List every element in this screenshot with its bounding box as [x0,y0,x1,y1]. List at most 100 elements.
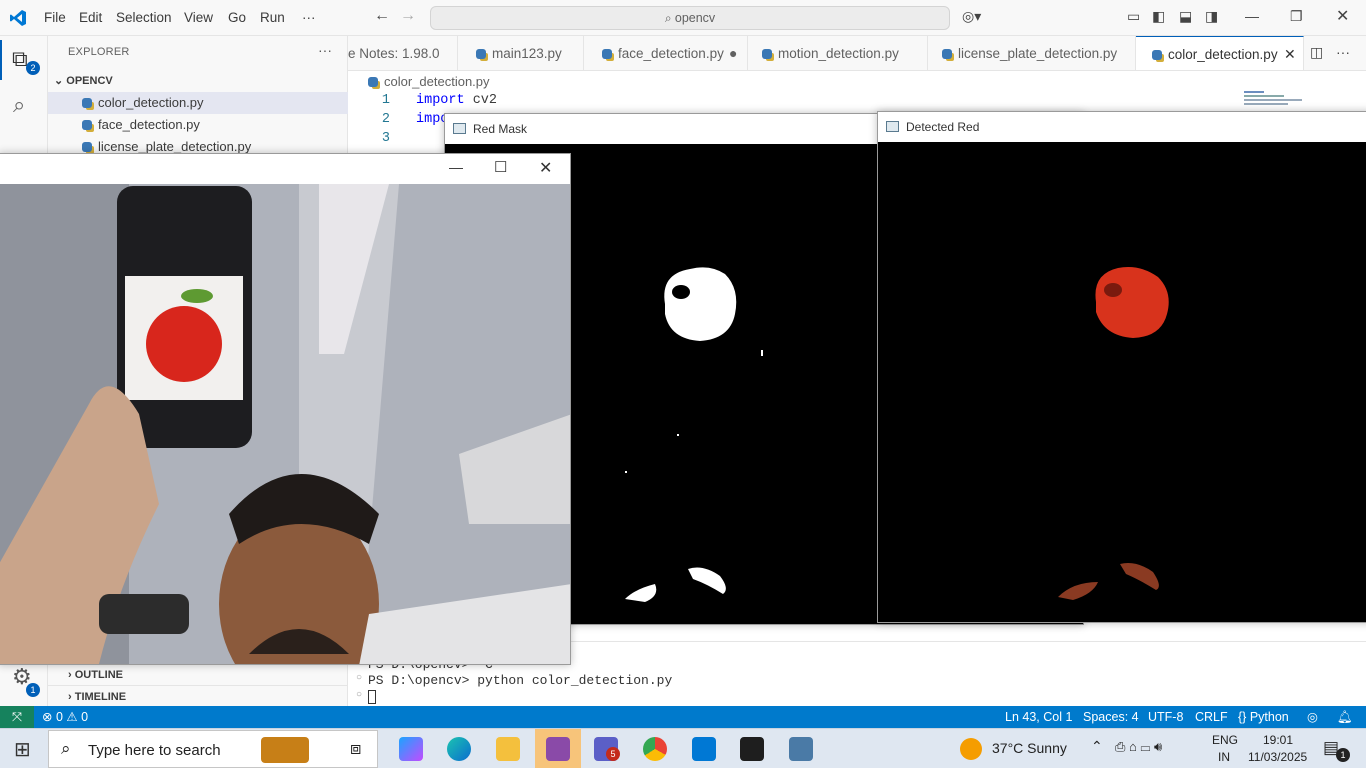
line-number: 3 [381,131,390,146]
remote-indicator-icon[interactable]: ⤧ [0,706,34,728]
copilot-icon[interactable]: ◎▾ [962,8,981,25]
close-icon[interactable]: ✕ [539,158,552,178]
camera-window[interactable]: — ☐ ✕ [0,153,571,665]
problems-indicator[interactable]: ⊗ 0 ⚠ 0 [42,706,88,728]
search-icon: ⌕ [61,739,71,758]
minimize-icon[interactable]: — [449,159,463,175]
start-windows-icon[interactable]: ⊞ [14,737,31,762]
toggle-panel-icon[interactable]: ⬓ [1179,8,1192,25]
command-center-search[interactable]: ⌕ opencv [430,6,950,30]
python-file-icon [476,49,486,59]
search-icon[interactable]: ⌕ [13,92,25,118]
minimap[interactable] [1244,91,1304,111]
window-icon [886,121,899,132]
clock-date[interactable]: 11/03/2025 [1248,750,1307,764]
terminal-line: PS D:\opencv> python color_detection.py [368,673,673,688]
restore-icon[interactable]: ❐ [1290,8,1303,25]
detected-red-canvas [878,142,1366,622]
language-mode[interactable]: {} Python [1238,706,1289,728]
explorer-badge: 2 [26,61,40,75]
encoding[interactable]: UTF-8 [1148,706,1183,728]
copilot-app-icon[interactable] [399,737,423,761]
task-view-icon[interactable]: ⧈ [350,738,361,759]
cursor-position[interactable]: Ln 43, Col 1 [1005,706,1072,728]
python-file-icon [942,49,952,59]
clock-time[interactable]: 19:01 [1263,733,1293,747]
close-icon[interactable]: ✕ [1336,6,1349,26]
explorer-title: EXPLORER [68,46,130,58]
error-icon: ⊗ [42,710,56,724]
timeline-section[interactable]: › TIMELINE [48,685,348,707]
file-explorer-icon[interactable] [496,737,520,761]
python-file-icon [1152,50,1162,60]
store-app-icon[interactable] [546,737,570,761]
editor-tab-bar: e Notes: 1.98.0 main123.py face_detectio… [348,36,1366,71]
maximize-icon[interactable]: ☐ [494,158,507,176]
code-line-1[interactable]: import cv2 [416,93,497,108]
python-file-icon [82,142,92,152]
more-actions-icon[interactable]: ··· [1336,44,1350,60]
back-arrow-icon[interactable]: ← [374,7,390,25]
status-bar: ⤧ ⊗ 0 ⚠ 0 Ln 43, Col 1 Spaces: 4 UTF-8 C… [0,706,1366,728]
vscode-taskbar-icon[interactable] [692,737,716,761]
forward-arrow-icon[interactable]: → [400,7,416,25]
detected-red-window[interactable]: Detected Red [877,111,1366,623]
circle-icon: ○ [356,673,363,684]
line-number: 1 [381,93,390,108]
tray-icons[interactable]: ⎙ ⌂ ▭ 🔊︎ [1115,739,1162,755]
close-tab-icon[interactable]: ✕ [1284,37,1296,70]
tab-face-detection[interactable]: face_detection.py ● [584,36,748,70]
menu-selection[interactable]: Selection [116,10,172,25]
python-app-icon[interactable] [789,737,813,761]
terminal-icon[interactable] [740,737,764,761]
edge-browser-icon[interactable] [447,737,471,761]
line-number: 2 [381,112,390,127]
chevron-right-icon: › [68,691,75,703]
language-top[interactable]: ENG [1212,733,1238,747]
tab-main123[interactable]: main123.py [458,36,584,70]
python-file-icon [82,120,92,130]
python-file-icon [602,49,612,59]
split-editor-icon[interactable]: ◫ [1310,44,1323,61]
layout-customize-icon[interactable]: ▭ [1127,8,1140,25]
camera-canvas [0,184,570,664]
detected-red-titlebar[interactable]: Detected Red [878,112,1366,142]
minimize-icon[interactable]: — [1245,8,1259,24]
taskbar-search-box[interactable]: ⌕ Type here to search [48,730,378,768]
python-file-icon [82,98,92,108]
line-ending[interactable]: CRLF [1195,706,1228,728]
tab-license-plate-detection[interactable]: license_plate_detection.py [928,36,1136,70]
file-color-detection[interactable]: color_detection.py [48,92,348,114]
unsaved-dot-icon[interactable]: ● [729,36,737,70]
sun-icon [960,738,982,760]
tab-motion-detection[interactable]: motion_detection.py [748,36,928,70]
menu-edit[interactable]: Edit [79,10,102,25]
toggle-sidebar-icon[interactable]: ◧ [1152,8,1165,25]
vscode-logo-icon [10,10,26,26]
command-center-label: opencv [674,11,716,25]
python-file-icon [368,77,378,87]
folder-header[interactable]: ⌄ OPENCV [48,70,348,92]
title-bar: File Edit Selection View Go Run ··· ← → … [0,0,1366,36]
language-bottom[interactable]: IN [1218,750,1230,764]
camera-titlebar[interactable] [0,154,570,184]
copilot-status-icon[interactable]: ◎ [1307,706,1318,728]
indentation[interactable]: Spaces: 4 [1083,706,1139,728]
tab-color-detection[interactable]: color_detection.py ✕ [1136,36,1304,70]
tab-release-notes[interactable]: e Notes: 1.98.0 [348,36,458,70]
chevron-up-icon[interactable]: ⌃ [1091,738,1103,755]
bell-icon[interactable]: 🔔︎ [1337,706,1353,728]
outline-section[interactable]: › OUTLINE [48,663,348,685]
weather-text[interactable]: 37°C Sunny [992,740,1067,756]
menu-file[interactable]: File [44,10,66,25]
more-actions-icon[interactable]: ··· [318,42,332,58]
menu-more[interactable]: ··· [302,10,316,25]
menu-view[interactable]: View [184,10,213,25]
menu-go[interactable]: Go [228,10,246,25]
chrome-icon[interactable] [643,737,667,761]
menu-run[interactable]: Run [260,10,285,25]
toggle-secondary-sidebar-icon[interactable]: ◨ [1205,8,1218,25]
detected-red-image [1058,267,1169,600]
file-face-detection[interactable]: face_detection.py [48,114,348,136]
breadcrumb[interactable]: color_detection.py [368,74,490,89]
